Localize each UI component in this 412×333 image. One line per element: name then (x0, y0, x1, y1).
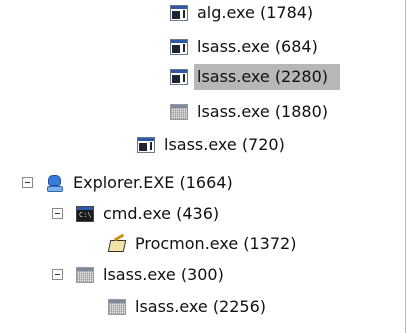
process-label-selected: lsass.exe (2280) (194, 64, 340, 90)
process-label: lsass.exe (684) (197, 37, 318, 56)
process-label: lsass.exe (300) (103, 265, 224, 284)
tree-row-alg-1784[interactable]: alg.exe (1784) (170, 0, 316, 28)
window-icon (170, 39, 188, 55)
process-label: lsass.exe (720) (164, 135, 285, 154)
tree-row-lsass-2256[interactable]: lsass.exe (2256) (108, 292, 269, 322)
procmon-icon (108, 236, 126, 252)
tree-row-explorer-1664[interactable]: Explorer.EXE (1664) (46, 168, 236, 198)
cmd-icon: C:\ (76, 206, 94, 222)
generic-process-icon (170, 104, 188, 120)
tree-row-lsass-684[interactable]: lsass.exe (684) (170, 32, 321, 62)
window-icon (170, 69, 188, 85)
tree-row-lsass-720[interactable]: lsass.exe (720) (137, 130, 288, 160)
process-label: lsass.exe (1880) (197, 102, 329, 121)
collapse-toggle-lsass-300[interactable] (52, 269, 63, 280)
tree-row-lsass-1880[interactable]: lsass.exe (1880) (170, 97, 331, 127)
explorer-icon (46, 175, 64, 192)
tree-row-lsass-300[interactable]: lsass.exe (300) (76, 260, 227, 290)
generic-process-icon (108, 299, 126, 315)
tree-row-lsass-2280[interactable]: lsass.exe (2280) (170, 62, 340, 92)
tree-row-procmon-1372[interactable]: Procmon.exe (1372) (108, 229, 299, 259)
process-label: lsass.exe (2256) (135, 297, 267, 316)
generic-process-icon (76, 267, 94, 283)
process-label: cmd.exe (436) (103, 204, 220, 223)
process-tree-view[interactable]: alg.exe (1784) lsass.exe (684) lsass.exe… (0, 0, 406, 333)
window-icon (170, 5, 188, 21)
window-icon (137, 137, 155, 153)
tree-row-cmd-436[interactable]: C:\ cmd.exe (436) (76, 199, 222, 229)
process-label: Procmon.exe (1372) (135, 234, 297, 253)
collapse-toggle-cmd[interactable] (52, 208, 63, 219)
process-label: alg.exe (1784) (197, 3, 314, 22)
collapse-toggle-explorer[interactable] (22, 177, 33, 188)
process-label: Explorer.EXE (1664) (73, 173, 233, 192)
